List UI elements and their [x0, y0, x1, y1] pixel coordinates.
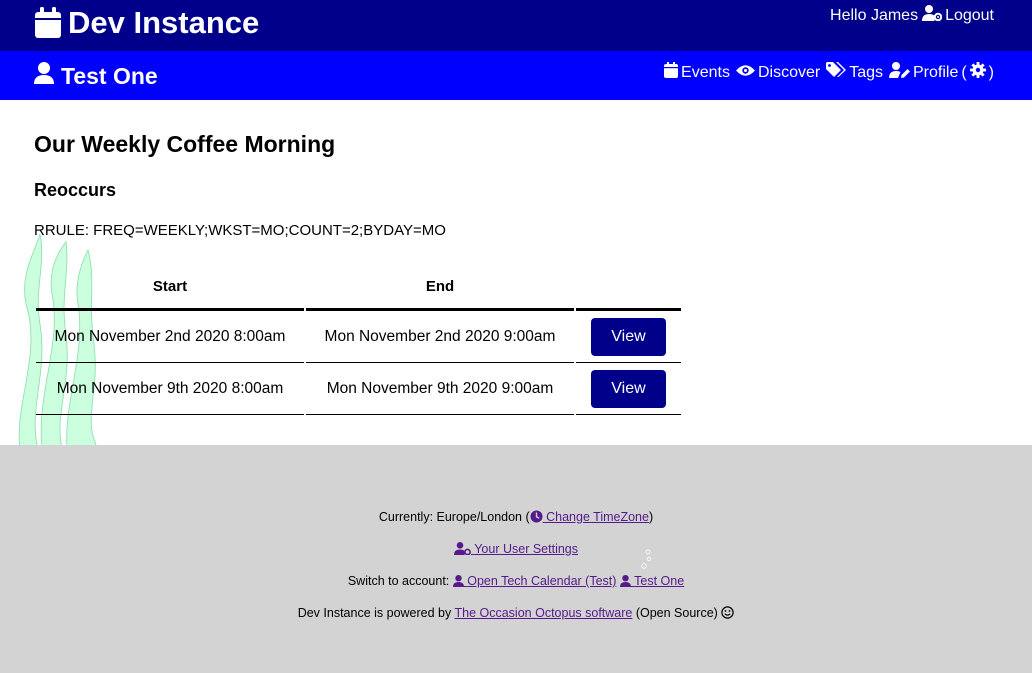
- smile-icon: [721, 606, 735, 622]
- occurrence-start: Mon November 9th 2020 8:00am: [36, 363, 304, 415]
- user-icon: [619, 575, 631, 590]
- switch-account-label: Open Tech Calendar (Test): [467, 574, 617, 588]
- timezone-line: Currently: Europe/London ( Change TimeZo…: [0, 510, 1032, 526]
- occurrence-action-cell: View: [576, 311, 681, 363]
- calendar-icon: [664, 62, 679, 83]
- clock-icon: [530, 510, 543, 526]
- switch-account-prefix: Switch to account:: [347, 574, 450, 588]
- footer: Currently: Europe/London ( Change TimeZo…: [0, 445, 1032, 673]
- nav-profile-label: Profile: [912, 63, 959, 81]
- view-button[interactable]: View: [591, 369, 666, 408]
- cog-icon[interactable]: [969, 62, 986, 83]
- switch-account-label: Test One: [634, 574, 685, 588]
- nav-discover[interactable]: Discover: [735, 63, 821, 82]
- account-title[interactable]: Test One: [34, 62, 158, 90]
- powered-by-line: Dev Instance is powered by The Occasion …: [0, 606, 1032, 622]
- occurrence-end: Mon November 9th 2020 9:00am: [306, 363, 574, 415]
- timezone-prefix: Currently: Europe/London (: [378, 510, 530, 524]
- account-bar: Test One Events Discover Tags Profile (…: [0, 51, 1032, 100]
- event-title: Our Weekly Coffee Morning: [34, 131, 336, 157]
- logout-link[interactable]: Logout: [922, 5, 994, 26]
- user-icon: [34, 62, 54, 90]
- column-header-start: Start: [36, 265, 304, 311]
- column-header-end: End: [306, 265, 574, 311]
- reoccurs-heading: Reoccurs: [34, 180, 117, 200]
- table-row: Mon November 2nd 2020 8:00am Mon Novembe…: [36, 311, 681, 363]
- site-title[interactable]: Dev Instance: [34, 5, 259, 41]
- occurrence-action-cell: View: [576, 363, 681, 415]
- bubbles-decoration: [641, 549, 652, 569]
- occurrences-table: Start End Mon November 2nd 2020 8:00am M…: [34, 265, 683, 415]
- user-area: Hello James Logout: [830, 5, 994, 26]
- table-header-row: Start End: [36, 265, 681, 311]
- tags-icon: [826, 62, 847, 83]
- change-timezone-link[interactable]: Change TimeZone: [530, 510, 649, 524]
- site-header: Dev Instance Hello James Logout: [0, 0, 1032, 51]
- nav-profile[interactable]: Profile ( ): [888, 62, 994, 83]
- column-header-action: [576, 265, 681, 311]
- user-icon: [452, 575, 464, 590]
- account-title-text: Test One: [61, 62, 158, 89]
- switch-account-link[interactable]: Open Tech Calendar (Test): [452, 574, 617, 590]
- main-content: Our Weekly Coffee Morning Reoccurs RRULE…: [0, 100, 1032, 445]
- powered-suffix: (Open Source): [635, 606, 718, 620]
- occurrence-end: Mon November 2nd 2020 9:00am: [306, 311, 574, 363]
- user-settings-line: Your User Settings: [0, 542, 1032, 558]
- site-title-text: Dev Instance: [68, 5, 260, 40]
- calendar-icon: [34, 7, 62, 39]
- view-button[interactable]: View: [591, 317, 666, 356]
- nav-events-label: Events: [681, 63, 730, 81]
- profile-paren-close: ): [988, 63, 994, 81]
- user-settings-link[interactable]: Your User Settings: [453, 542, 578, 558]
- profile-paren-open: (: [961, 63, 967, 81]
- user-edit-icon: [888, 62, 910, 83]
- greeting: Hello James: [830, 6, 919, 24]
- switch-account-line: Switch to account: Open Tech Calendar (T…: [0, 574, 1032, 590]
- table-row: Mon November 9th 2020 8:00am Mon Novembe…: [36, 363, 681, 415]
- account-nav: Events Discover Tags Profile ( ): [664, 62, 994, 83]
- powered-prefix: Dev Instance is powered by: [297, 606, 452, 620]
- change-timezone-label: Change TimeZone: [546, 510, 649, 524]
- software-link[interactable]: The Occasion Octopus software: [455, 606, 633, 620]
- nav-tags[interactable]: Tags: [826, 62, 883, 83]
- logout-label: Logout: [945, 6, 994, 24]
- rrule-text: RRULE: FREQ=WEEKLY;WKST=MO;COUNT=2;BYDAY…: [34, 222, 446, 239]
- occurrence-start: Mon November 2nd 2020 8:00am: [36, 311, 304, 363]
- user-cog-icon: [453, 542, 471, 558]
- nav-discover-label: Discover: [757, 63, 821, 81]
- nav-events[interactable]: Events: [664, 62, 730, 83]
- user-settings-label: Your User Settings: [474, 542, 578, 556]
- eye-icon: [735, 64, 755, 82]
- nav-tags-label: Tags: [849, 63, 883, 81]
- switch-account-link[interactable]: Test One: [619, 574, 685, 590]
- timezone-suffix: ): [648, 510, 654, 524]
- user-cog-icon: [922, 5, 943, 26]
